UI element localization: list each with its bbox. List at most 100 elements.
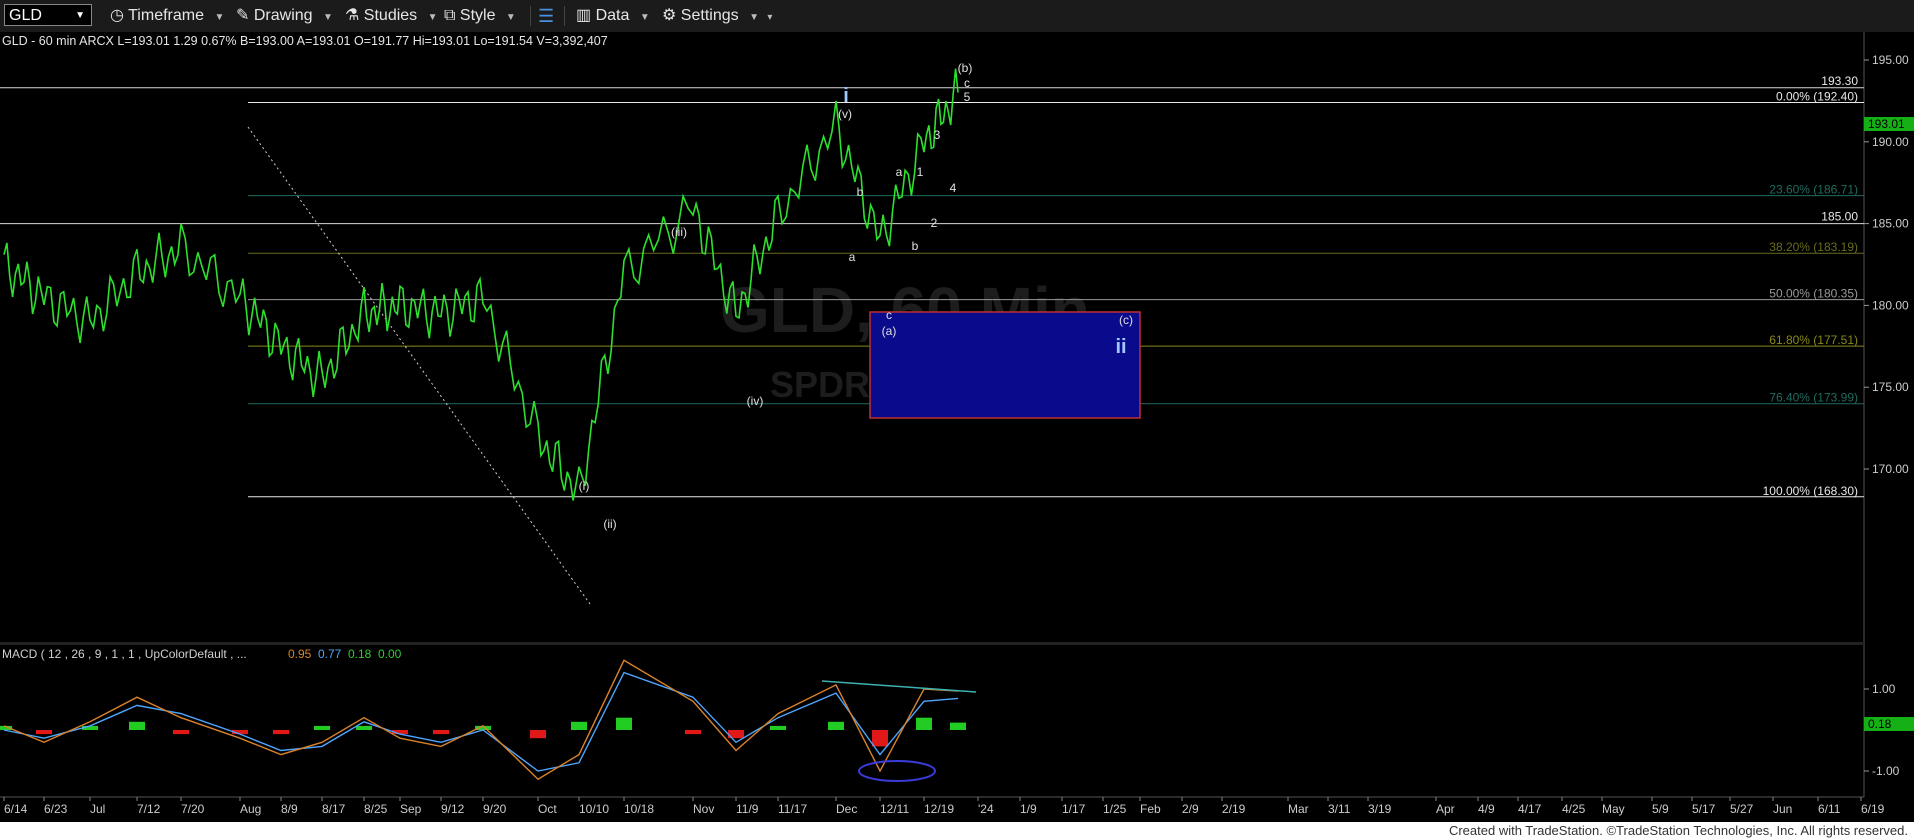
pencil-icon: ✎ [236, 7, 250, 24]
date-tick-label: Aug [240, 802, 261, 816]
wave-label: a [849, 250, 856, 264]
date-tick-label: Jun [1773, 802, 1792, 816]
date-tick-label: 3/11 [1328, 802, 1351, 816]
date-tick-label: 10/10 [579, 802, 609, 816]
horizontal-line-label: 193.30 [1821, 74, 1858, 88]
date-tick-label: 9/20 [483, 802, 507, 816]
macd-histogram-bar [616, 717, 632, 730]
price-tick-label: 185.00 [1872, 217, 1909, 231]
wave-label: b [857, 185, 864, 199]
style-label: Style [459, 7, 496, 24]
date-tick-label: 11/17 [778, 802, 807, 816]
date-tick-label: 1/17 [1062, 802, 1086, 816]
wave-label: c [964, 76, 970, 90]
macd-histogram-bar [356, 725, 372, 730]
wave-label: (b) [958, 61, 973, 75]
footer-credit: Created with TradeStation. ©TradeStation… [1448, 823, 1908, 838]
studies-label: Studies [363, 7, 418, 24]
wave-label: (ii) [603, 517, 616, 531]
toolbar-divider [530, 6, 531, 26]
macd-histogram-bar [273, 730, 289, 735]
pane-divider [0, 642, 1864, 645]
price-tick-label: 195.00 [1872, 53, 1909, 67]
drawing-button[interactable]: ✎ Drawing ▼ [236, 6, 333, 26]
price-tick-label: 170.00 [1872, 462, 1909, 476]
date-tick-label: 2/9 [1182, 802, 1199, 816]
symbol-selector[interactable]: GLD ▼ [4, 4, 92, 26]
chart-area[interactable]: GLD - 60 min ARCX L=193.01 1.29 0.67% B=… [0, 32, 1914, 822]
macd-histogram-bar [916, 717, 932, 730]
wave-label: 3 [934, 128, 941, 142]
macd-histogram-bar [685, 730, 701, 735]
date-tick-label: 6/11 [1818, 802, 1841, 816]
wave-label: 5 [964, 90, 971, 104]
style-icon: ⧉ [444, 7, 456, 24]
date-tick-label: 3/19 [1368, 802, 1392, 816]
wave-label: (a) [882, 324, 897, 338]
date-tick-label: 6/23 [44, 802, 68, 816]
wave-label: (i) [579, 479, 590, 493]
macd-tick-label: -1.00 [1872, 764, 1900, 778]
date-tick-label: 12/19 [924, 802, 954, 816]
fib-label: 38.20% (183.19) [1769, 240, 1858, 254]
data-button[interactable]: ▥ Data ▼ [576, 6, 650, 26]
chevron-down-icon: ▼ [427, 12, 438, 23]
macd-tick-label: 1.00 [1872, 682, 1896, 696]
toolbar: GLD ▼ ◷ Timeframe ▼ ✎ Drawing ▼ ⚗ Studie… [0, 0, 1914, 33]
symbol-info-header: GLD - 60 min ARCX L=193.01 1.29 0.67% B=… [2, 34, 608, 48]
date-tick-label: Oct [538, 802, 557, 816]
wave-label: b [912, 239, 919, 253]
chevron-down-icon: ▼ [214, 12, 225, 23]
date-tick-label: May [1602, 802, 1625, 816]
macd-value: 0.95 [288, 647, 312, 661]
date-tick-label: '24 [978, 802, 994, 816]
chevron-down-icon: ▼ [75, 10, 85, 21]
chevron-down-icon: ▼ [749, 12, 759, 23]
chevron-down-icon: ▼ [323, 12, 333, 23]
macd-histogram-bar [530, 730, 546, 739]
fib-label: 0.00% (192.40) [1776, 90, 1858, 104]
fib-label: 23.60% (186.71) [1769, 183, 1858, 197]
settings-button[interactable]: ⚙ Settings ▼ ▾ [662, 6, 772, 26]
date-tick-label: 1/9 [1020, 802, 1037, 816]
date-tick-label: 4/25 [1562, 802, 1586, 816]
date-tick-label: 7/12 [137, 802, 161, 816]
macd-histogram-bar [314, 725, 330, 730]
price-tick-label: 190.00 [1872, 135, 1909, 149]
wave-label: (v) [838, 107, 852, 121]
clock-icon: ◷ [110, 7, 124, 24]
timeframe-button[interactable]: ◷ Timeframe ▼ [110, 6, 224, 26]
wave-label: 4 [950, 181, 957, 195]
flask-icon: ⚗ [345, 7, 360, 24]
overflow-icon: ▾ [767, 12, 773, 23]
wave-label: (iii) [671, 225, 687, 239]
layout-icon[interactable]: ☰ [538, 6, 554, 26]
macd-histogram-bar [433, 730, 449, 735]
date-tick-label: 8/25 [364, 802, 388, 816]
macd-value: 0.77 [318, 647, 342, 661]
date-tick-label: 4/9 [1478, 802, 1495, 816]
chevron-down-icon: ▼ [505, 12, 516, 23]
date-tick-label: 1/25 [1103, 802, 1127, 816]
toolbar-divider [564, 6, 565, 26]
date-tick-label: Jul [90, 802, 105, 816]
symbol-value: GLD [9, 7, 42, 24]
bar-chart-icon: ▥ [576, 7, 592, 24]
date-tick-label: 9/12 [441, 802, 465, 816]
macd-histogram-bar [828, 721, 844, 730]
date-tick-label: 5/17 [1692, 802, 1716, 816]
target-zone-box[interactable] [869, 311, 1141, 419]
settings-label: Settings [680, 7, 739, 24]
date-tick-label: Dec [836, 802, 857, 816]
macd-value: 0.00 [378, 647, 402, 661]
macd-value: 0.18 [348, 647, 372, 661]
studies-button[interactable]: ⚗ Studies ▼ [345, 6, 438, 26]
wave-label: c [886, 308, 892, 322]
price-tick-label: 175.00 [1872, 380, 1909, 394]
wave-label: 1 [917, 165, 924, 179]
fib-label: 61.80% (177.51) [1769, 333, 1858, 347]
macd-histogram-bar [770, 725, 786, 730]
chevron-down-icon: ▼ [639, 12, 650, 23]
date-tick-label: 2/19 [1222, 802, 1246, 816]
style-button[interactable]: ⧉ Style ▼ [444, 6, 516, 26]
